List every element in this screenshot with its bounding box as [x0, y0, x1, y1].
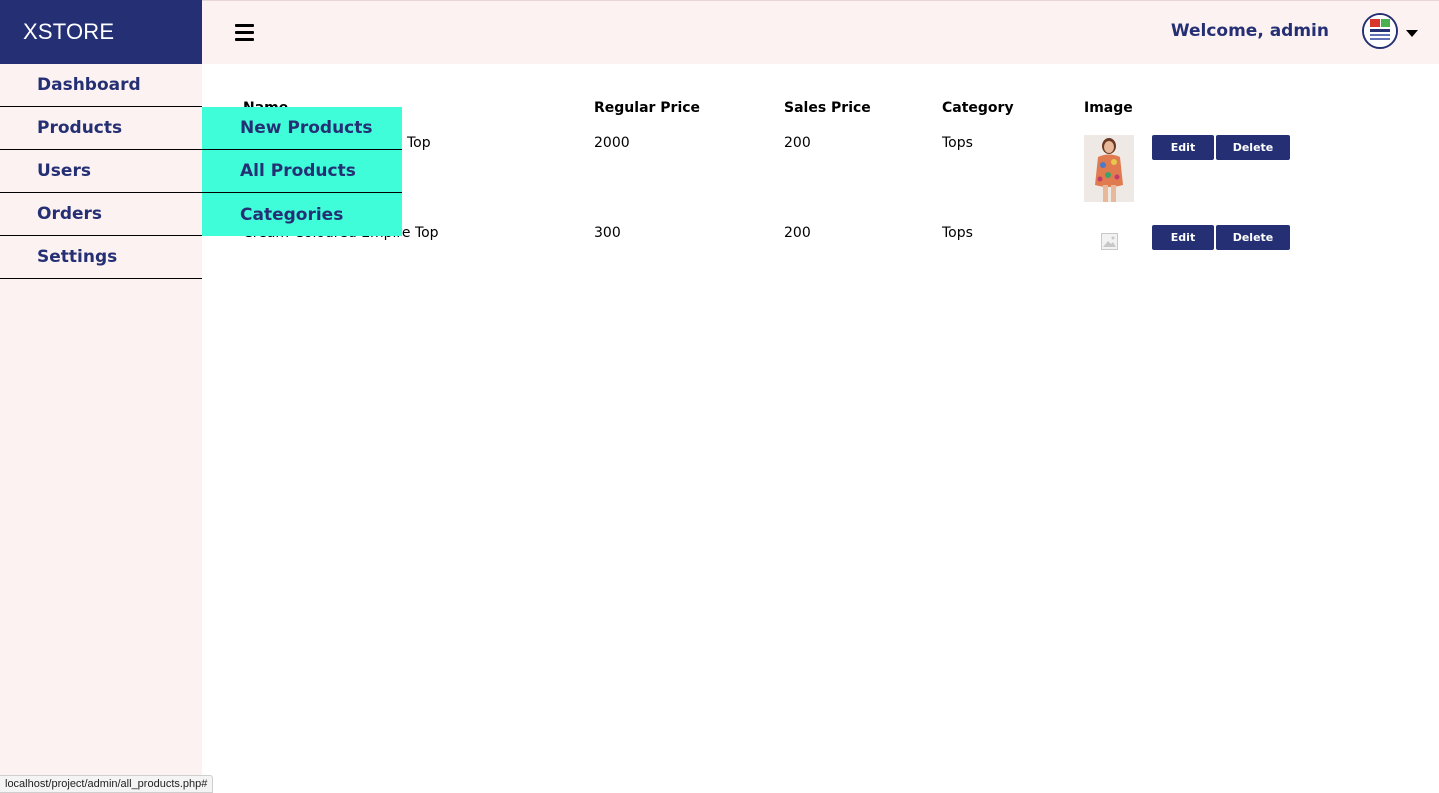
table-row: Cream-Coloured Empire Top 300 200 Tops E…	[243, 225, 1343, 265]
welcome-text: Welcome, admin	[1170, 21, 1329, 41]
menu-toggle-icon[interactable]	[235, 24, 254, 41]
submenu-item-all-products[interactable]: All Products	[202, 150, 402, 193]
category: Tops	[942, 135, 973, 151]
chevron-down-icon[interactable]	[1406, 30, 1418, 37]
category: Tops	[942, 225, 973, 241]
header-sales-price: Sales Price	[784, 100, 871, 116]
delete-button[interactable]: Delete	[1216, 135, 1290, 160]
products-submenu: New Products All Products Categories	[202, 107, 402, 236]
avatar[interactable]	[1362, 13, 1398, 49]
top-bar: Welcome, admin	[202, 0, 1439, 64]
avatar-image-icon	[1364, 15, 1396, 47]
submenu-item-new-products[interactable]: New Products	[202, 107, 402, 150]
status-bar-url: localhost/project/admin/all_products.php…	[0, 775, 214, 793]
header-image: Image	[1084, 100, 1133, 116]
sidebar-item-orders[interactable]: Orders	[0, 193, 202, 236]
image-placeholder-icon	[1101, 233, 1118, 250]
product-name: Top	[407, 135, 431, 151]
submenu-item-categories[interactable]: Categories	[202, 193, 402, 236]
edit-button[interactable]: Edit	[1152, 135, 1214, 160]
sidebar-item-settings[interactable]: Settings	[0, 236, 202, 279]
product-image	[1084, 135, 1134, 206]
header-category: Category	[942, 100, 1014, 116]
regular-price: 300	[594, 225, 621, 241]
header-regular-price: Regular Price	[594, 100, 701, 116]
sidebar: Dashboard Products Users Orders Settings	[0, 64, 202, 793]
product-photo-floral-top	[1084, 135, 1134, 202]
delete-button[interactable]: Delete	[1216, 225, 1290, 250]
sales-price: 200	[784, 135, 811, 151]
regular-price: 2000	[594, 135, 630, 151]
table-row: Top 2000 200 Tops Edit Delete	[243, 135, 1343, 205]
edit-button[interactable]: Edit	[1152, 225, 1214, 250]
sales-price: 200	[784, 225, 811, 241]
sidebar-item-users[interactable]: Users	[0, 150, 202, 193]
brand-logo[interactable]: XSTORE	[0, 0, 202, 64]
sidebar-item-dashboard[interactable]: Dashboard	[0, 64, 202, 107]
table-header: Name Regular Price Sales Price Category …	[243, 97, 1343, 121]
sidebar-item-products[interactable]: Products	[0, 107, 202, 150]
